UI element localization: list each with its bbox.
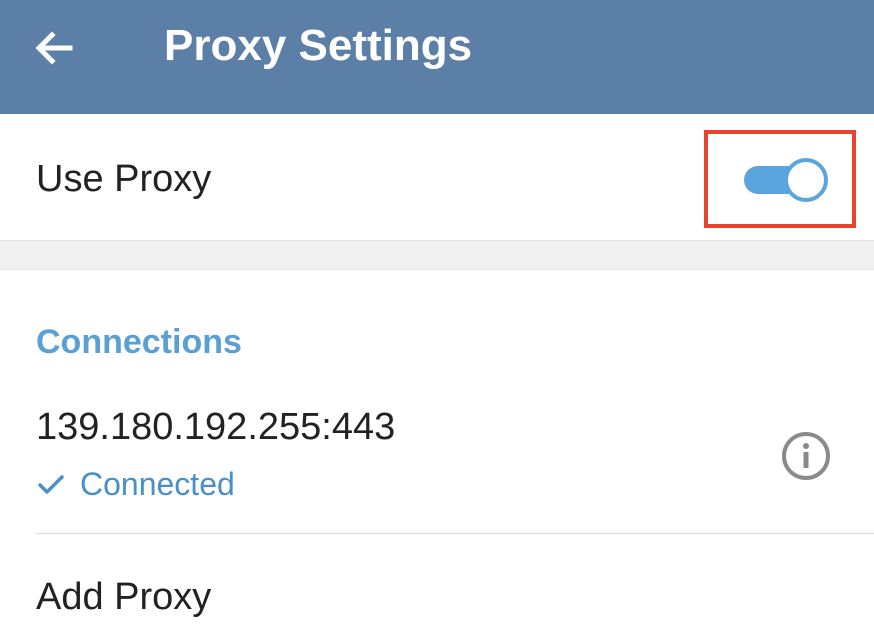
add-proxy-row[interactable]: Add Proxy [0, 534, 874, 638]
connection-address: 139.180.192.255:443 [36, 406, 396, 448]
arrow-left-icon [35, 31, 73, 65]
connections-header: Connections [36, 323, 242, 361]
section-divider [0, 240, 874, 270]
toggle-thumb [784, 158, 828, 202]
app-bar: Proxy Settings [0, 0, 874, 114]
use-proxy-row[interactable]: Use Proxy [0, 114, 874, 240]
check-icon [38, 475, 64, 494]
page-title: Proxy Settings [164, 21, 473, 70]
info-icon [782, 432, 830, 480]
connection-info-button[interactable] [776, 426, 836, 486]
connection-status-label: Connected [80, 465, 235, 502]
connection-item[interactable]: 139.180.192.255:443 Connected [0, 390, 874, 534]
back-button[interactable] [22, 20, 86, 76]
add-proxy-label: Add Proxy [36, 576, 212, 618]
connection-status: Connected [36, 464, 235, 504]
use-proxy-toggle[interactable] [744, 156, 830, 204]
use-proxy-label: Use Proxy [36, 158, 212, 200]
